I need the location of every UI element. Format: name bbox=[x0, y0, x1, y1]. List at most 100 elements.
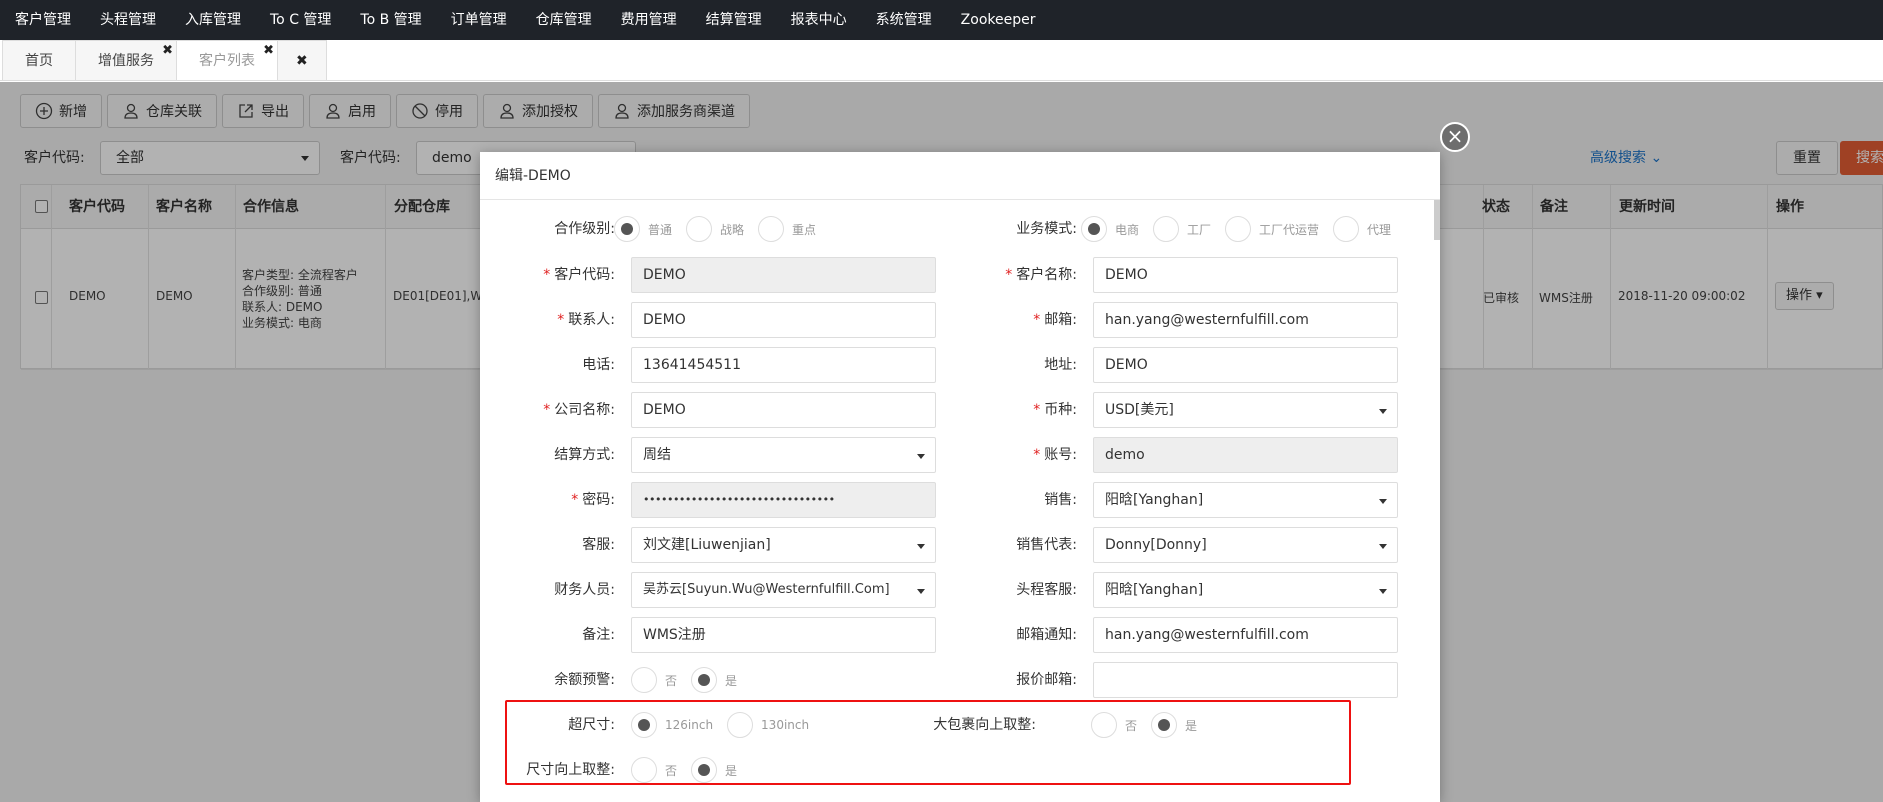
company-field[interactable]: DEMO bbox=[631, 392, 936, 428]
radio-factory-label: 工厂 bbox=[1187, 222, 1212, 237]
password-field[interactable]: •••••••••••••••••••••••••••••••• bbox=[631, 482, 936, 518]
tab-customer-list-label: 客户列表 bbox=[199, 53, 255, 69]
settle-select[interactable]: 周结 bbox=[631, 437, 936, 473]
biz-mode-radio-group: 电商 工厂 工厂代运营 代理 bbox=[1081, 214, 1405, 244]
currency-label: * 币种: bbox=[1033, 402, 1077, 418]
account-label-text: 账号: bbox=[1044, 447, 1077, 463]
email-field[interactable]: han.yang@westernfulfill.com bbox=[1093, 302, 1398, 338]
quote-mail-label: 报价邮箱: bbox=[1016, 672, 1077, 688]
mail-notify-field[interactable]: han.yang@westernfulfill.com bbox=[1093, 617, 1398, 653]
radio-normal[interactable] bbox=[614, 216, 640, 242]
radio-key[interactable] bbox=[758, 216, 785, 242]
sales-rep-label: 销售代表: bbox=[1016, 537, 1077, 553]
phone-label: 电话: bbox=[582, 357, 615, 373]
address-label: 地址: bbox=[1044, 357, 1077, 373]
scrollbar[interactable] bbox=[1434, 200, 1440, 240]
radio-yes-label: 是 bbox=[725, 673, 738, 688]
sales-select[interactable]: 阳晗[Yanghan] bbox=[1093, 482, 1398, 518]
customer-code-label: * 客户代码: bbox=[543, 267, 615, 283]
sales-rep-select[interactable]: Donny[Donny] bbox=[1093, 527, 1398, 563]
finance-select[interactable]: 吴苏云[Suyun.Wu@Westernfulfill.Com] bbox=[631, 572, 936, 608]
chevron-down-icon bbox=[1379, 589, 1387, 594]
nav-to-c[interactable]: To C 管理 bbox=[261, 0, 346, 40]
remark-label: 备注: bbox=[582, 627, 615, 643]
nav-customer[interactable]: 客户管理 bbox=[6, 0, 86, 40]
customer-code-label-text: 客户代码: bbox=[554, 267, 615, 283]
nav-orders[interactable]: 订单管理 bbox=[442, 0, 522, 40]
tab-customer-list[interactable]: 客户列表 ✖ bbox=[176, 40, 278, 80]
first-leg-cs-select-value: 阳晗[Yanghan] bbox=[1105, 582, 1204, 598]
quote-mail-field[interactable] bbox=[1093, 662, 1398, 698]
phone-field[interactable]: 13641454511 bbox=[631, 347, 936, 383]
cs-select[interactable]: 刘文建[Liuwenjian] bbox=[631, 527, 936, 563]
customer-name-label-text: 客户名称: bbox=[1016, 267, 1077, 283]
currency-select-value: USD[美元] bbox=[1105, 402, 1174, 418]
mail-notify-label: 邮箱通知: bbox=[1016, 627, 1077, 643]
radio-ecommerce[interactable] bbox=[1081, 216, 1107, 242]
tab-value-added[interactable]: 增值服务 ✖ bbox=[75, 40, 177, 80]
currency-select[interactable]: USD[美元] bbox=[1093, 392, 1398, 428]
dialog-title: 编辑-DEMO bbox=[480, 152, 1440, 200]
radio-factory-ops[interactable] bbox=[1225, 216, 1252, 242]
tab-home[interactable]: 首页 bbox=[2, 40, 76, 80]
contact-field[interactable]: DEMO bbox=[631, 302, 936, 338]
radio-normal-label: 普通 bbox=[648, 222, 673, 237]
customer-name-field[interactable]: DEMO bbox=[1093, 257, 1398, 293]
dialog-close-button[interactable]: × bbox=[1440, 122, 1470, 152]
nav-zookeeper[interactable]: Zookeeper bbox=[952, 0, 1051, 40]
contact-label: * 联系人: bbox=[557, 312, 615, 328]
radio-strategic[interactable] bbox=[686, 216, 713, 242]
chevron-down-icon bbox=[917, 544, 925, 549]
radio-no[interactable] bbox=[631, 667, 657, 693]
tab-home-label: 首页 bbox=[25, 53, 53, 69]
email-label: * 邮箱: bbox=[1033, 312, 1077, 328]
chevron-down-icon bbox=[1379, 544, 1387, 549]
settle-select-value: 周结 bbox=[643, 447, 671, 463]
sales-select-value: 阳晗[Yanghan] bbox=[1105, 492, 1204, 508]
account-field[interactable]: demo bbox=[1093, 437, 1398, 473]
address-field[interactable]: DEMO bbox=[1093, 347, 1398, 383]
close-all-tabs-button[interactable]: ✖ bbox=[277, 40, 327, 80]
radio-factory[interactable] bbox=[1153, 216, 1180, 242]
cs-label: 客服: bbox=[582, 537, 615, 553]
remark-field[interactable]: WMS注册 bbox=[631, 617, 936, 653]
close-icon[interactable]: ✖ bbox=[263, 44, 274, 57]
finance-select-value: 吴苏云[Suyun.Wu@Westernfulfill.Com] bbox=[643, 582, 890, 597]
customer-code-field[interactable]: DEMO bbox=[631, 257, 936, 293]
currency-label-text: 币种: bbox=[1044, 402, 1077, 418]
nav-first-leg[interactable]: 头程管理 bbox=[91, 0, 171, 40]
nav-reports[interactable]: 报表中心 bbox=[782, 0, 862, 40]
company-label: * 公司名称: bbox=[543, 402, 615, 418]
company-label-text: 公司名称: bbox=[554, 402, 615, 418]
tab-value-added-label: 增值服务 bbox=[98, 53, 154, 69]
coop-level-label: 合作级别: bbox=[554, 221, 615, 237]
radio-yes[interactable] bbox=[691, 667, 718, 693]
nav-system[interactable]: 系统管理 bbox=[867, 0, 947, 40]
radio-factory-ops-label: 工厂代运营 bbox=[1259, 222, 1320, 237]
chevron-down-icon bbox=[917, 589, 925, 594]
close-icon: ✖ bbox=[296, 53, 308, 69]
nav-fees[interactable]: 费用管理 bbox=[612, 0, 692, 40]
highlight-box bbox=[505, 700, 1351, 785]
nav-inbound[interactable]: 入库管理 bbox=[176, 0, 256, 40]
account-label: * 账号: bbox=[1033, 447, 1077, 463]
balance-warn-label: 余额预警: bbox=[554, 672, 615, 688]
first-leg-cs-label: 头程客服: bbox=[1016, 582, 1077, 598]
first-leg-cs-select[interactable]: 阳晗[Yanghan] bbox=[1093, 572, 1398, 608]
sales-label: 销售: bbox=[1044, 492, 1077, 508]
radio-key-label: 重点 bbox=[792, 222, 817, 237]
settle-label: 结算方式: bbox=[554, 447, 615, 463]
nav-settlement[interactable]: 结算管理 bbox=[697, 0, 777, 40]
finance-label: 财务人员: bbox=[554, 582, 615, 598]
nav-to-b[interactable]: To B 管理 bbox=[351, 0, 436, 40]
contact-label-text: 联系人: bbox=[568, 312, 615, 328]
password-label: * 密码: bbox=[571, 492, 615, 508]
chevron-down-icon bbox=[1379, 409, 1387, 414]
radio-agent-label: 代理 bbox=[1367, 222, 1392, 237]
balance-warn-radio-group: 否 是 bbox=[631, 665, 751, 695]
nav-warehouse[interactable]: 仓库管理 bbox=[527, 0, 607, 40]
sales-rep-select-value: Donny[Donny] bbox=[1105, 537, 1207, 553]
email-label-text: 邮箱: bbox=[1044, 312, 1077, 328]
close-icon[interactable]: ✖ bbox=[162, 44, 173, 57]
radio-agent[interactable] bbox=[1333, 216, 1360, 242]
